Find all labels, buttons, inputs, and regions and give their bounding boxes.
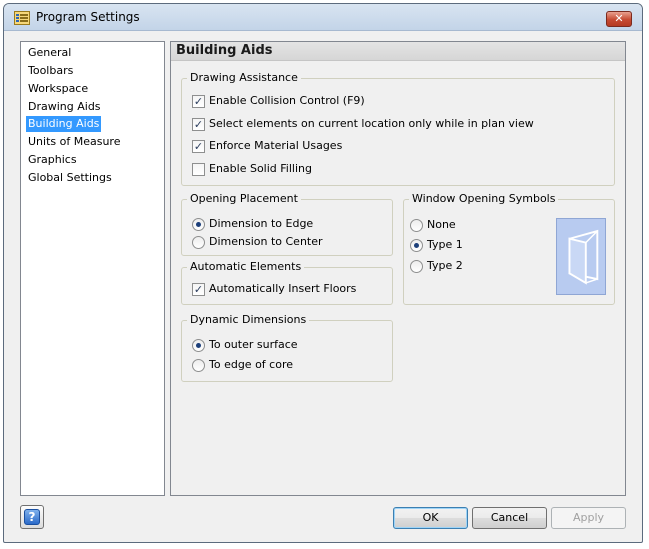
dialog-client-area: General Toolbars Workspace Drawing Aids … [10, 36, 637, 538]
radio-button[interactable] [192, 218, 205, 231]
checkbox-box[interactable]: ✓ [192, 140, 205, 153]
title-bar[interactable]: Program Settings ✕ [4, 4, 642, 31]
help-icon: ? [24, 509, 40, 525]
cancel-button[interactable]: Cancel [472, 507, 547, 529]
radio-button[interactable] [192, 339, 205, 352]
help-button[interactable]: ? [20, 505, 44, 529]
nav-item-toolbars[interactable]: Toolbars [26, 63, 75, 79]
nav-item-drawing-aids[interactable]: Drawing Aids [26, 99, 103, 115]
window-symbol-preview [556, 218, 606, 295]
radio-button[interactable] [192, 236, 205, 249]
opening-placement-legend: Opening Placement [187, 192, 301, 205]
close-button[interactable]: ✕ [606, 11, 632, 27]
nav-item-graphics[interactable]: Graphics [26, 152, 79, 168]
automatic-elements-legend: Automatic Elements [187, 260, 305, 273]
nav-item-building-aids[interactable]: Building Aids [26, 116, 102, 132]
nav-item-workspace[interactable]: Workspace [26, 81, 90, 97]
checkbox-label: Select elements on current location only… [209, 117, 534, 130]
settings-app-icon [14, 11, 30, 25]
checkbox-label: Enforce Material Usages [209, 139, 343, 152]
dynamic-dimensions-group: Dynamic Dimensions To outer surface To e… [181, 313, 393, 382]
close-icon: ✕ [614, 12, 624, 25]
window-opening-symbols-legend: Window Opening Symbols [409, 192, 559, 205]
radio-selected-dot [196, 343, 201, 348]
panel-header: Building Aids [171, 42, 625, 61]
checkbox-box[interactable]: ✓ [192, 95, 205, 108]
apply-button[interactable]: Apply [551, 507, 626, 529]
nav-item-global-settings[interactable]: Global Settings [26, 170, 114, 186]
drawing-assistance-group: Drawing Assistance ✓ Enable Collision Co… [181, 71, 615, 186]
radio-label: To edge of core [209, 358, 293, 371]
radio-label: Dimension to Center [209, 235, 323, 248]
radio-selected-dot [196, 222, 201, 227]
nav-item-general[interactable]: General [26, 45, 73, 61]
radio-button[interactable] [410, 239, 423, 252]
panel-title: Building Aids [176, 43, 273, 58]
dynamic-dimensions-legend: Dynamic Dimensions [187, 313, 310, 326]
checkbox-box[interactable] [192, 163, 205, 176]
checkbox-label: Enable Solid Filling [209, 162, 312, 175]
window-title: Program Settings [36, 10, 140, 24]
settings-panel: Building Aids Drawing Assistance ✓ Enabl… [170, 41, 626, 496]
automatic-elements-group: Automatic Elements ✓ Automatically Inser… [181, 260, 393, 305]
radio-label: Type 2 [427, 259, 463, 272]
checkbox-box[interactable]: ✓ [192, 283, 205, 296]
ok-button[interactable]: OK [393, 507, 468, 529]
drawing-assistance-legend: Drawing Assistance [187, 71, 301, 84]
checkbox-box[interactable]: ✓ [192, 118, 205, 131]
radio-button[interactable] [410, 260, 423, 273]
radio-label: Type 1 [427, 238, 463, 251]
radio-button[interactable] [410, 219, 423, 232]
radio-label: None [427, 218, 456, 231]
nav-item-units-of-measure[interactable]: Units of Measure [26, 134, 122, 150]
checkbox-label: Enable Collision Control (F9) [209, 94, 365, 107]
radio-button[interactable] [192, 359, 205, 372]
window-opening-symbols-group: Window Opening Symbols None Type 1 Type … [403, 192, 615, 305]
radio-label: To outer surface [209, 338, 298, 351]
radio-label: Dimension to Edge [209, 217, 314, 230]
opening-placement-group: Opening Placement Dimension to Edge Dime… [181, 192, 393, 256]
settings-category-list[interactable]: General Toolbars Workspace Drawing Aids … [20, 41, 165, 496]
checkbox-label: Automatically Insert Floors [209, 282, 357, 295]
program-settings-dialog: Program Settings ✕ General Toolbars Work… [3, 3, 643, 543]
radio-selected-dot [414, 243, 419, 248]
